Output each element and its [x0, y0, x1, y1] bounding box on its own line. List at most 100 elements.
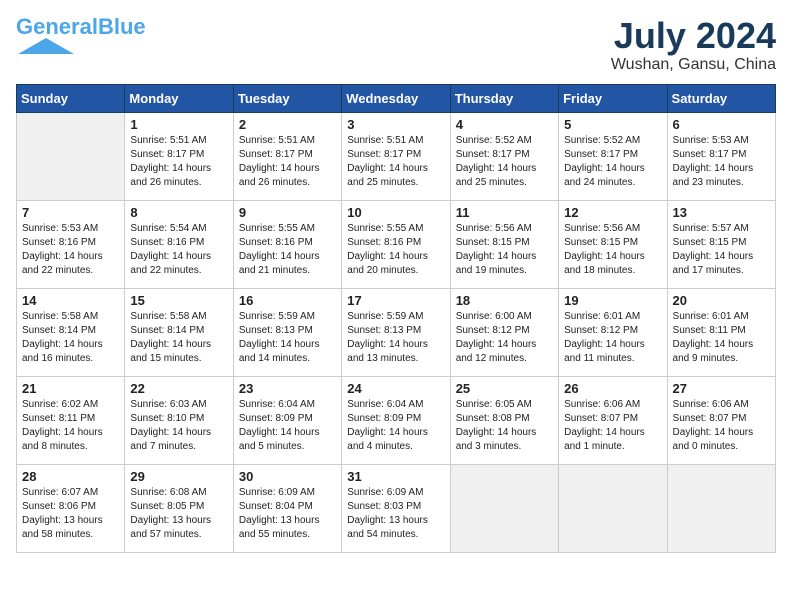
- day-number: 19: [564, 293, 661, 308]
- day-info: Sunrise: 5:57 AM Sunset: 8:15 PM Dayligh…: [673, 222, 770, 278]
- calendar-cell: 31 Sunrise: 6:09 AM Sunset: 8:03 PM Dayli…: [342, 464, 450, 552]
- logo: GeneralBlue: [16, 16, 146, 56]
- day-number: 14: [22, 293, 119, 308]
- calendar-cell: 11Sunrise: 5:56 AM Sunset: 8:15 PM Dayli…: [450, 200, 558, 288]
- calendar-cell: 29 Sunrise: 6:08 AM Sunset: 8:05 PM Dayli…: [125, 464, 233, 552]
- day-info: Sunrise: 5:51 AM Sunset: 8:17 PM Dayligh…: [347, 134, 444, 190]
- calendar-cell: 18 Sunrise: 6:00 AM Sunset: 8:12 PM Dayli…: [450, 288, 558, 376]
- day-info: Sunrise: 5:55 AM Sunset: 8:16 PM Dayligh…: [347, 222, 444, 278]
- day-info: Sunrise: 6:04 AM Sunset: 8:09 PM Dayligh…: [347, 398, 444, 454]
- week-row-1: 1Sunrise: 5:51 AM Sunset: 8:17 PM Daylig…: [17, 112, 776, 200]
- day-number: 26: [564, 381, 661, 396]
- logo-blue: Blue: [98, 14, 146, 39]
- calendar-cell: [559, 464, 667, 552]
- day-number: 12: [564, 205, 661, 220]
- day-number: 7: [22, 205, 119, 220]
- day-info: Sunrise: 6:02 AM Sunset: 8:11 PM Dayligh…: [22, 398, 119, 454]
- calendar-cell: 2 Sunrise: 5:51 AM Sunset: 8:17 PM Daylig…: [233, 112, 341, 200]
- day-number: 29: [130, 469, 227, 484]
- calendar-table: SundayMondayTuesdayWednesdayThursdayFrid…: [16, 84, 776, 553]
- col-header-sunday: Sunday: [17, 84, 125, 112]
- header-row: SundayMondayTuesdayWednesdayThursdayFrid…: [17, 84, 776, 112]
- week-row-4: 21 Sunrise: 6:02 AM Sunset: 8:11 PM Dayli…: [17, 376, 776, 464]
- day-number: 2: [239, 117, 336, 132]
- day-info: Sunrise: 5:55 AM Sunset: 8:16 PM Dayligh…: [239, 222, 336, 278]
- calendar-cell: 19 Sunrise: 6:01 AM Sunset: 8:12 PM Dayli…: [559, 288, 667, 376]
- calendar-cell: 30Sunrise: 6:09 AM Sunset: 8:04 PM Dayli…: [233, 464, 341, 552]
- calendar-cell: 16Sunrise: 5:59 AM Sunset: 8:13 PM Dayli…: [233, 288, 341, 376]
- day-info: Sunrise: 5:53 AM Sunset: 8:16 PM Dayligh…: [22, 222, 119, 278]
- col-header-monday: Monday: [125, 84, 233, 112]
- day-number: 31: [347, 469, 444, 484]
- day-number: 13: [673, 205, 770, 220]
- title-block: July 2024 Wushan, Gansu, China: [611, 16, 776, 74]
- calendar-cell: 1Sunrise: 5:51 AM Sunset: 8:17 PM Daylig…: [125, 112, 233, 200]
- day-number: 9: [239, 205, 336, 220]
- day-info: Sunrise: 5:54 AM Sunset: 8:16 PM Dayligh…: [130, 222, 227, 278]
- day-number: 10: [347, 205, 444, 220]
- day-info: Sunrise: 6:09 AM Sunset: 8:04 PM Dayligh…: [239, 486, 336, 542]
- calendar-cell: 5 Sunrise: 5:52 AM Sunset: 8:17 PM Daylig…: [559, 112, 667, 200]
- day-info: Sunrise: 6:08 AM Sunset: 8:05 PM Dayligh…: [130, 486, 227, 542]
- day-info: Sunrise: 6:01 AM Sunset: 8:11 PM Dayligh…: [673, 310, 770, 366]
- page-header: GeneralBlue July 2024 Wushan, Gansu, Chi…: [16, 16, 776, 74]
- calendar-cell: 13 Sunrise: 5:57 AM Sunset: 8:15 PM Dayli…: [667, 200, 775, 288]
- day-number: 17: [347, 293, 444, 308]
- day-number: 20: [673, 293, 770, 308]
- logo-general: General: [16, 14, 98, 39]
- calendar-cell: 24Sunrise: 6:04 AM Sunset: 8:09 PM Dayli…: [342, 376, 450, 464]
- day-info: Sunrise: 5:56 AM Sunset: 8:15 PM Dayligh…: [456, 222, 553, 278]
- day-info: Sunrise: 6:06 AM Sunset: 8:07 PM Dayligh…: [673, 398, 770, 454]
- day-info: Sunrise: 5:58 AM Sunset: 8:14 PM Dayligh…: [22, 310, 119, 366]
- day-number: 25: [456, 381, 553, 396]
- calendar-cell: 15Sunrise: 5:58 AM Sunset: 8:14 PM Dayli…: [125, 288, 233, 376]
- day-info: Sunrise: 5:53 AM Sunset: 8:17 PM Dayligh…: [673, 134, 770, 190]
- col-header-wednesday: Wednesday: [342, 84, 450, 112]
- day-number: 27: [673, 381, 770, 396]
- col-header-friday: Friday: [559, 84, 667, 112]
- day-info: Sunrise: 5:51 AM Sunset: 8:17 PM Dayligh…: [239, 134, 336, 190]
- day-info: Sunrise: 6:01 AM Sunset: 8:12 PM Dayligh…: [564, 310, 661, 366]
- location-subtitle: Wushan, Gansu, China: [611, 56, 776, 74]
- day-number: 3: [347, 117, 444, 132]
- day-info: Sunrise: 5:52 AM Sunset: 8:17 PM Dayligh…: [456, 134, 553, 190]
- calendar-cell: 7 Sunrise: 5:53 AM Sunset: 8:16 PM Daylig…: [17, 200, 125, 288]
- day-info: Sunrise: 6:00 AM Sunset: 8:12 PM Dayligh…: [456, 310, 553, 366]
- calendar-cell: 20 Sunrise: 6:01 AM Sunset: 8:11 PM Dayli…: [667, 288, 775, 376]
- calendar-cell: 12 Sunrise: 5:56 AM Sunset: 8:15 PM Dayli…: [559, 200, 667, 288]
- day-info: Sunrise: 6:03 AM Sunset: 8:10 PM Dayligh…: [130, 398, 227, 454]
- day-info: Sunrise: 6:06 AM Sunset: 8:07 PM Dayligh…: [564, 398, 661, 454]
- day-number: 21: [22, 381, 119, 396]
- day-number: 5: [564, 117, 661, 132]
- week-row-3: 14 Sunrise: 5:58 AM Sunset: 8:14 PM Dayli…: [17, 288, 776, 376]
- day-info: Sunrise: 5:59 AM Sunset: 8:13 PM Dayligh…: [239, 310, 336, 366]
- col-header-thursday: Thursday: [450, 84, 558, 112]
- calendar-cell: 25Sunrise: 6:05 AM Sunset: 8:08 PM Dayli…: [450, 376, 558, 464]
- calendar-cell: [450, 464, 558, 552]
- day-number: 18: [456, 293, 553, 308]
- calendar-cell: 26 Sunrise: 6:06 AM Sunset: 8:07 PM Dayli…: [559, 376, 667, 464]
- day-info: Sunrise: 5:56 AM Sunset: 8:15 PM Dayligh…: [564, 222, 661, 278]
- day-info: Sunrise: 5:51 AM Sunset: 8:17 PM Dayligh…: [130, 134, 227, 190]
- calendar-cell: 21 Sunrise: 6:02 AM Sunset: 8:11 PM Dayli…: [17, 376, 125, 464]
- calendar-cell: 28Sunrise: 6:07 AM Sunset: 8:06 PM Dayli…: [17, 464, 125, 552]
- day-number: 6: [673, 117, 770, 132]
- day-number: 15: [130, 293, 227, 308]
- col-header-tuesday: Tuesday: [233, 84, 341, 112]
- day-number: 22: [130, 381, 227, 396]
- calendar-cell: 9 Sunrise: 5:55 AM Sunset: 8:16 PM Daylig…: [233, 200, 341, 288]
- month-year-title: July 2024: [611, 16, 776, 56]
- day-info: Sunrise: 6:09 AM Sunset: 8:03 PM Dayligh…: [347, 486, 444, 542]
- day-info: Sunrise: 5:52 AM Sunset: 8:17 PM Dayligh…: [564, 134, 661, 190]
- day-number: 28: [22, 469, 119, 484]
- day-number: 4: [456, 117, 553, 132]
- calendar-cell: 23Sunrise: 6:04 AM Sunset: 8:09 PM Dayli…: [233, 376, 341, 464]
- col-header-saturday: Saturday: [667, 84, 775, 112]
- logo-icon: [16, 38, 76, 56]
- calendar-cell: 4 Sunrise: 5:52 AM Sunset: 8:17 PM Daylig…: [450, 112, 558, 200]
- calendar-cell: 17 Sunrise: 5:59 AM Sunset: 8:13 PM Dayli…: [342, 288, 450, 376]
- calendar-cell: 10 Sunrise: 5:55 AM Sunset: 8:16 PM Dayli…: [342, 200, 450, 288]
- calendar-cell: [17, 112, 125, 200]
- calendar-cell: 14 Sunrise: 5:58 AM Sunset: 8:14 PM Dayli…: [17, 288, 125, 376]
- day-info: Sunrise: 5:59 AM Sunset: 8:13 PM Dayligh…: [347, 310, 444, 366]
